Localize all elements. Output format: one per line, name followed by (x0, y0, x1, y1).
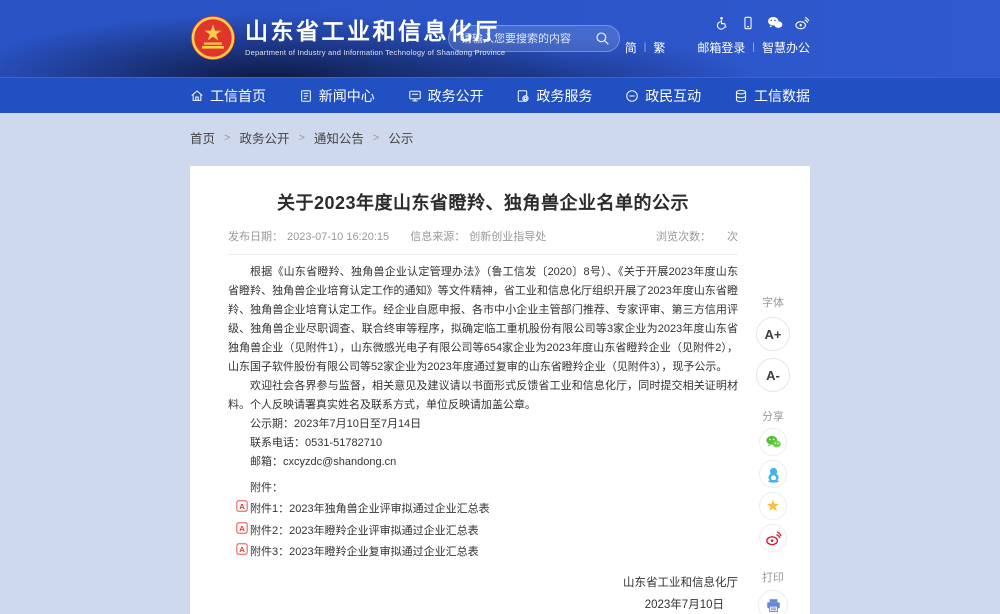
qzone-share-icon: ★ (766, 498, 780, 514)
site-banner: 山东省工业和信息化厅 Department of Industry and In… (0, 0, 1000, 77)
breadcrumb-home[interactable]: 首页 (190, 128, 215, 147)
article-card: 关于2023年度山东省瞪羚、独角兽企业名单的公示 发布日期： 2023-07-10… (190, 166, 810, 614)
home-icon (190, 89, 204, 103)
nav-item-label: 政务服务 (536, 86, 592, 106)
source-label: 信息来源： (410, 231, 465, 243)
pdf-icon: A (236, 522, 248, 534)
breadcrumb-separator: > (373, 132, 379, 144)
search-icon[interactable] (595, 31, 610, 46)
breadcrumb-separator: > (224, 132, 230, 144)
publicity-period: 公示期：2023年7月10日至7月14日 (228, 415, 738, 434)
nav-item-interaction[interactable]: 政民互动 (625, 86, 701, 106)
font-increase-button[interactable]: A+ (756, 317, 790, 351)
contact-email: 邮箱：cxcyzdc@shandong.cn (228, 453, 738, 472)
share-qq-button[interactable] (759, 460, 787, 488)
news-icon (299, 89, 313, 103)
monitor-icon (408, 89, 422, 103)
signature-block: 山东省工业和信息化厅 2023年7月10日 (228, 572, 738, 614)
database-icon (734, 89, 748, 103)
divider: | (644, 42, 647, 53)
print-label: 打印 (762, 569, 784, 585)
paragraph: 根据《山东省瞪羚、独角兽企业认定管理办法》（鲁工信发〔2020〕8号）、《关于开… (228, 263, 738, 377)
nav-item-label: 工信首页 (210, 86, 266, 106)
nav-item-news[interactable]: 新闻中心 (299, 86, 375, 106)
signature-date: 2023年7月10日 (228, 594, 738, 614)
interaction-icon (625, 89, 639, 103)
views-suffix: 次 (727, 231, 738, 243)
weibo-share-icon (765, 530, 782, 547)
article-meta: 发布日期： 2023-07-10 16:20:15 信息来源： 创新创业指导处 浏览… (228, 228, 738, 255)
svg-text:A: A (239, 545, 245, 554)
breadcrumb-notices[interactable]: 通知公告 (314, 128, 364, 147)
share-label: 分享 (762, 408, 784, 424)
share-wechat-button[interactable] (759, 428, 787, 456)
share-weibo-button[interactable] (759, 524, 787, 552)
breadcrumb-separator: > (298, 132, 304, 144)
nav-item-home[interactable]: 工信首页 (190, 86, 266, 106)
publish-date: 2023-07-10 16:20:15 (287, 231, 389, 243)
nav-item-disclosure[interactable]: 政务公开 (408, 86, 484, 106)
article-toolbar: 字体 A+ A- 分享 ★ (749, 294, 797, 614)
article-body: 根据《山东省瞪羚、独角兽企业认定管理办法》（鲁工信发〔2020〕8号）、《关于开… (228, 263, 738, 472)
nav-item-label: 工信数据 (754, 86, 810, 106)
nav-item-data[interactable]: 工信数据 (734, 86, 810, 106)
breadcrumb-disclosure[interactable]: 政务公开 (239, 128, 289, 147)
contact-phone: 联系电话：0531-51782710 (228, 434, 738, 453)
svg-text:A: A (239, 502, 245, 511)
search-box[interactable] (448, 25, 620, 52)
page-title: 关于2023年度山东省瞪羚、独角兽企业名单的公示 (228, 190, 738, 216)
attachment-label: 附件3：2023年瞪羚企业复审拟通过企业汇总表 (250, 542, 479, 564)
svg-text:A: A (239, 523, 245, 532)
search-input[interactable] (461, 33, 595, 45)
nav-item-label: 新闻中心 (319, 86, 375, 106)
main-nav: 工信首页 新闻中心 政务公开 政务服务 政民互动 (0, 77, 1000, 113)
publish-date-label: 发布日期： (228, 231, 283, 243)
wechat-icon[interactable] (767, 16, 783, 30)
breadcrumb-current: 公示 (388, 128, 413, 147)
lang-traditional[interactable]: 繁 (653, 39, 665, 56)
print-button[interactable] (758, 590, 788, 614)
pdf-icon: A (236, 543, 248, 555)
weibo-icon[interactable] (794, 16, 810, 30)
mail-login-link[interactable]: 邮箱登录 (697, 39, 745, 56)
printer-icon (765, 597, 782, 614)
mobile-icon[interactable] (740, 16, 756, 30)
attachment-link[interactable]: A 附件2：2023年瞪羚企业评审拟通过企业汇总表 (236, 521, 738, 543)
nav-item-label: 政务公开 (428, 86, 484, 106)
nav-item-services[interactable]: 政务服务 (516, 86, 592, 106)
lang-simplified[interactable]: 简 (625, 39, 637, 56)
qq-share-icon (765, 466, 782, 483)
nav-item-label: 政民互动 (645, 86, 701, 106)
attachment-label: 附件2：2023年瞪羚企业评审拟通过企业汇总表 (250, 521, 479, 543)
font-decrease-button[interactable]: A- (756, 358, 790, 392)
attachments-section: 附件： A 附件1：2023年独角兽企业评审拟通过企业汇总表 A 附件2：202… (228, 478, 738, 564)
attachment-label: 附件1：2023年独角兽企业评审拟通过企业汇总表 (250, 499, 490, 521)
pdf-icon: A (236, 500, 248, 512)
breadcrumb: 首页 > 政务公开 > 通知公告 > 公示 (190, 128, 810, 147)
divider: | (752, 42, 755, 53)
paragraph: 欢迎社会各界参与监督，相关意见及建议请以书面形式反馈省工业和信息化厅，同时提交相… (228, 377, 738, 415)
share-qzone-button[interactable]: ★ (759, 492, 787, 520)
attachment-link[interactable]: A 附件3：2023年瞪羚企业复审拟通过企业汇总表 (236, 542, 738, 564)
national-emblem-icon (190, 15, 236, 61)
attachments-label: 附件： (228, 478, 738, 499)
accessibility-icon[interactable] (713, 16, 729, 30)
signature-org: 山东省工业和信息化厅 (228, 572, 738, 594)
source-value: 创新创业指导处 (469, 231, 546, 243)
font-size-label: 字体 (762, 294, 784, 310)
smart-office-link[interactable]: 智慧办公 (762, 39, 810, 56)
service-doc-icon (516, 89, 530, 103)
views-label: 浏览次数： (656, 231, 711, 243)
attachment-link[interactable]: A 附件1：2023年独角兽企业评审拟通过企业汇总表 (236, 499, 738, 521)
wechat-share-icon (765, 434, 782, 451)
